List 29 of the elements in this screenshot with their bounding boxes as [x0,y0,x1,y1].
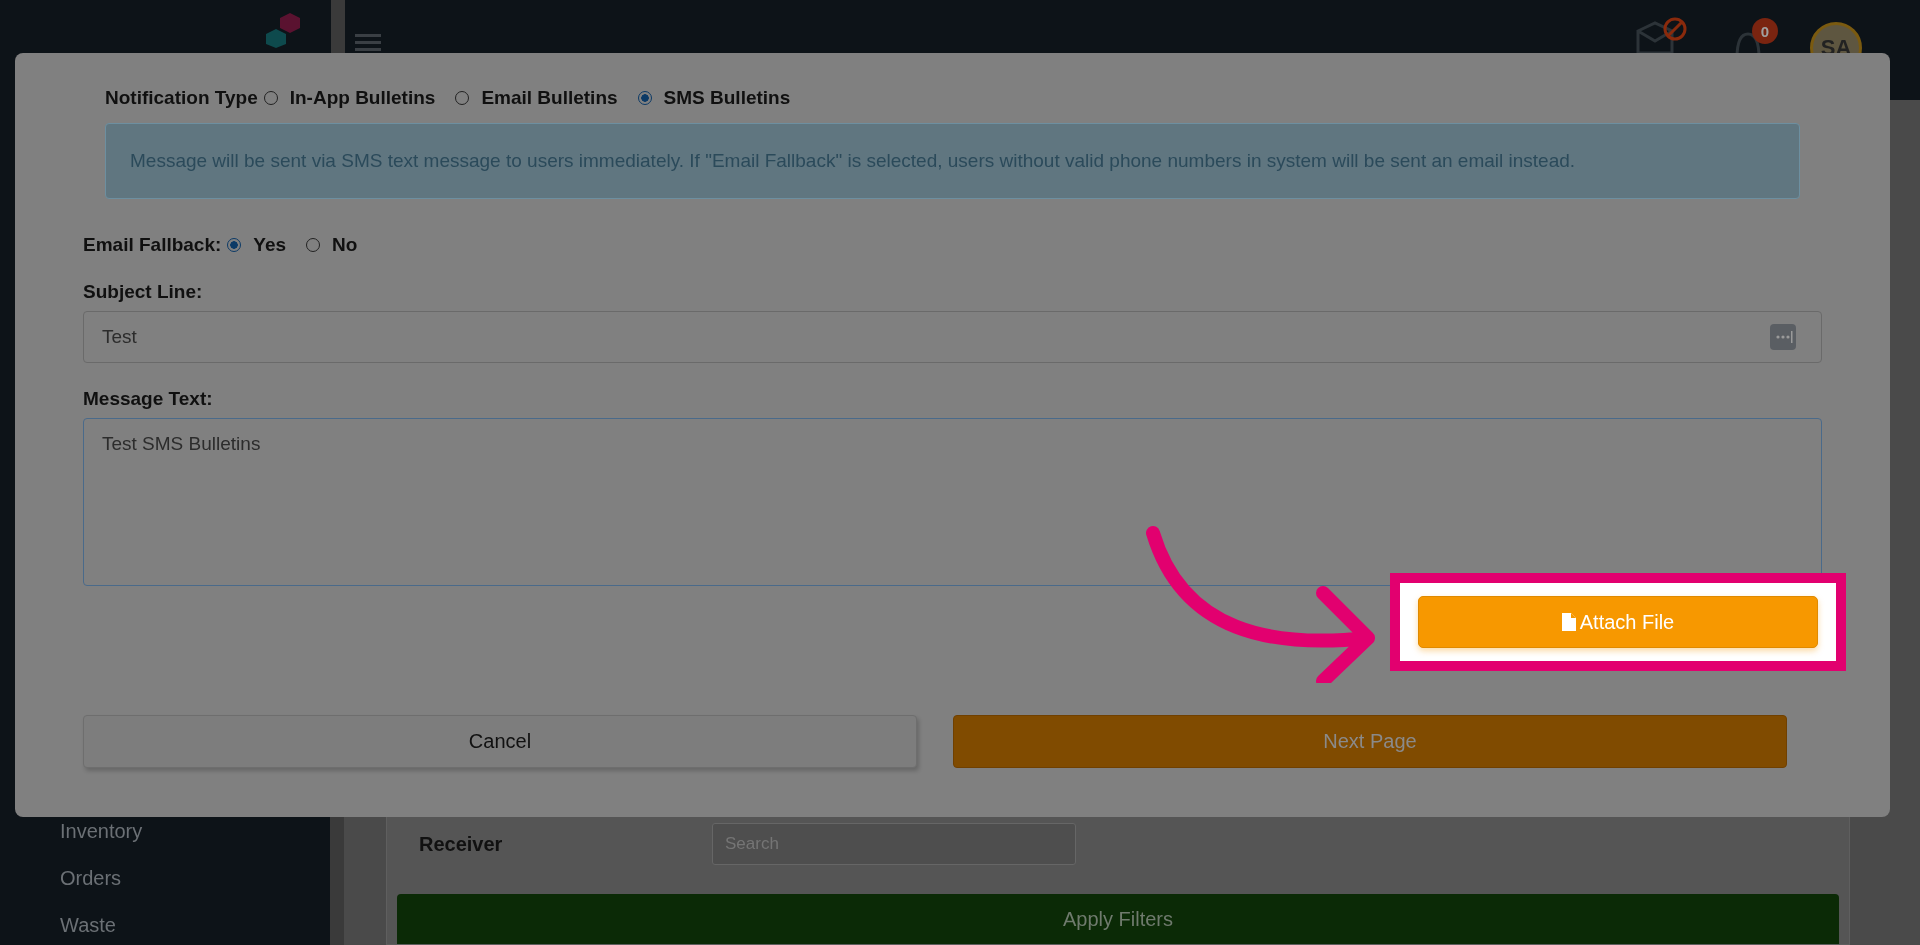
radio-button[interactable] [637,91,652,105]
notification-badge: 0 [1752,18,1778,44]
radio-label[interactable]: Yes [253,234,287,256]
message-text-label: Message Text: [83,388,214,410]
sidebar-item[interactable]: Orders [60,867,330,890]
filter-label: Receiver [419,832,504,856]
more-icon[interactable] [1770,324,1796,350]
next-page-button[interactable]: Next Page [953,715,1787,768]
radio-label[interactable]: SMS Bulletins [663,87,791,109]
mail-blocked-icon[interactable] [1635,17,1687,53]
email-fallback-label: Email Fallback: [83,234,222,256]
radio-label[interactable]: In-App Bulletins [289,87,436,109]
menu-icon[interactable] [355,32,381,52]
cancel-button[interactable]: Cancel [83,715,917,768]
attach-file-button[interactable]: Attach File [1418,596,1818,648]
subject-line-label: Subject Line: [83,281,204,303]
radio-button[interactable] [227,238,242,252]
radio-button[interactable] [306,238,321,252]
radio-label[interactable]: No [332,234,358,256]
scrollbar[interactable] [331,0,345,53]
sidebar-item[interactable]: Inventory [60,820,330,843]
notification-type-label: Notification Type [105,87,258,109]
subject-field[interactable]: Test [83,311,1822,363]
radio-button[interactable] [263,91,278,105]
radio-label[interactable]: Email Bulletins [481,87,618,109]
apply-filters-button[interactable]: Apply Filters [397,894,1839,944]
radio-button[interactable] [455,91,470,105]
sidebar-item[interactable]: Waste [60,914,330,937]
file-icon [1561,613,1576,631]
